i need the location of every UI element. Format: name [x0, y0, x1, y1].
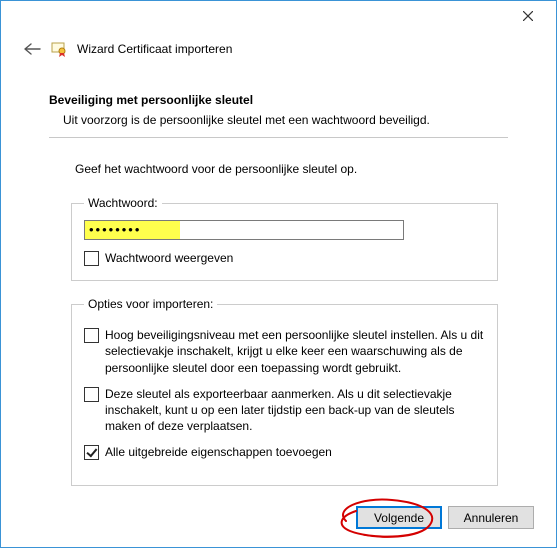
close-icon: [523, 11, 533, 21]
close-button[interactable]: [506, 2, 550, 30]
option-extended-properties[interactable]: Alle uitgebreide eigenschappen toevoegen: [84, 444, 485, 460]
back-button[interactable]: [23, 42, 41, 56]
section-description: Uit voorzorg is de persoonlijke sleutel …: [63, 113, 508, 127]
option-label: Hoog beveiligingsniveau met een persoonl…: [105, 327, 485, 376]
arrow-left-icon: [23, 42, 41, 56]
option-label: Alle uitgebreide eigenschappen toevoegen: [105, 444, 485, 460]
option-exportable[interactable]: Deze sleutel als exporteerbaar aanmerken…: [84, 386, 485, 435]
checkbox-checked-icon: [84, 445, 99, 460]
next-button[interactable]: Volgende: [356, 506, 442, 529]
cancel-button[interactable]: Annuleren: [448, 506, 534, 529]
password-legend: Wachtwoord:: [84, 196, 162, 210]
show-password-label: Wachtwoord weergeven: [105, 250, 485, 266]
checkbox-icon: [84, 251, 99, 266]
checkbox-icon: [84, 328, 99, 343]
divider: [49, 137, 508, 138]
section-subtitle: Beveiliging met persoonlijke sleutel: [49, 93, 508, 107]
instruction-text: Geef het wachtwoord voor de persoonlijke…: [75, 162, 508, 176]
certificate-icon: [51, 41, 67, 57]
show-password-checkbox[interactable]: Wachtwoord weergeven: [84, 250, 485, 266]
password-input[interactable]: ••••••••: [84, 220, 404, 240]
password-group: Wachtwoord: •••••••• Wachtwoord weergeve…: [71, 196, 498, 281]
options-legend: Opties voor importeren:: [84, 297, 217, 311]
option-strong-protection[interactable]: Hoog beveiligingsniveau met een persoonl…: [84, 327, 485, 376]
checkbox-icon: [84, 387, 99, 402]
import-options-group: Opties voor importeren: Hoog beveiliging…: [71, 297, 498, 485]
wizard-title: Wizard Certificaat importeren: [77, 42, 232, 56]
option-label: Deze sleutel als exporteerbaar aanmerken…: [105, 386, 485, 435]
